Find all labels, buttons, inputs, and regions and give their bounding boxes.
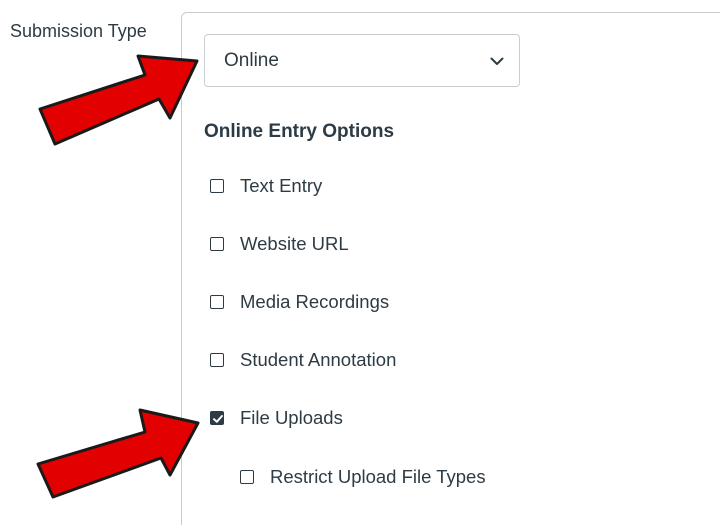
option-restrict-upload-file-types[interactable]: Restrict Upload File Types xyxy=(240,466,486,488)
assignment-settings-screen: Submission Type Online Online Entry Opti… xyxy=(0,0,720,525)
checkmark-icon xyxy=(213,415,223,423)
chevron-down-icon xyxy=(490,57,504,65)
submission-type-label: Submission Type xyxy=(10,21,147,41)
checkbox-restrict-upload-file-types[interactable] xyxy=(240,470,254,484)
option-label: Text Entry xyxy=(240,175,323,196)
option-label: File Uploads xyxy=(240,407,343,428)
submission-type-selected-value: Online xyxy=(224,50,279,71)
option-text-entry[interactable]: Text Entry xyxy=(210,175,322,197)
submission-type-panel xyxy=(181,12,720,525)
option-student-annotation[interactable]: Student Annotation xyxy=(210,349,396,371)
checkbox-text-entry[interactable] xyxy=(210,179,224,193)
option-label: Restrict Upload File Types xyxy=(270,466,486,487)
option-file-uploads[interactable]: File Uploads xyxy=(210,407,343,429)
submission-type-select[interactable]: Online xyxy=(204,34,520,87)
checkbox-website-url[interactable] xyxy=(210,237,224,251)
option-label: Student Annotation xyxy=(240,349,397,370)
option-label: Website URL xyxy=(240,233,349,254)
red-arrow-icon xyxy=(38,54,199,146)
option-media-recordings[interactable]: Media Recordings xyxy=(210,291,389,313)
online-entry-options-heading: Online Entry Options xyxy=(204,121,395,142)
red-arrow-icon xyxy=(36,408,200,499)
checkbox-student-annotation[interactable] xyxy=(210,353,224,367)
checkbox-file-uploads[interactable] xyxy=(210,411,224,425)
checkbox-media-recordings[interactable] xyxy=(210,295,224,309)
option-website-url[interactable]: Website URL xyxy=(210,233,349,255)
option-label: Media Recordings xyxy=(240,291,390,312)
